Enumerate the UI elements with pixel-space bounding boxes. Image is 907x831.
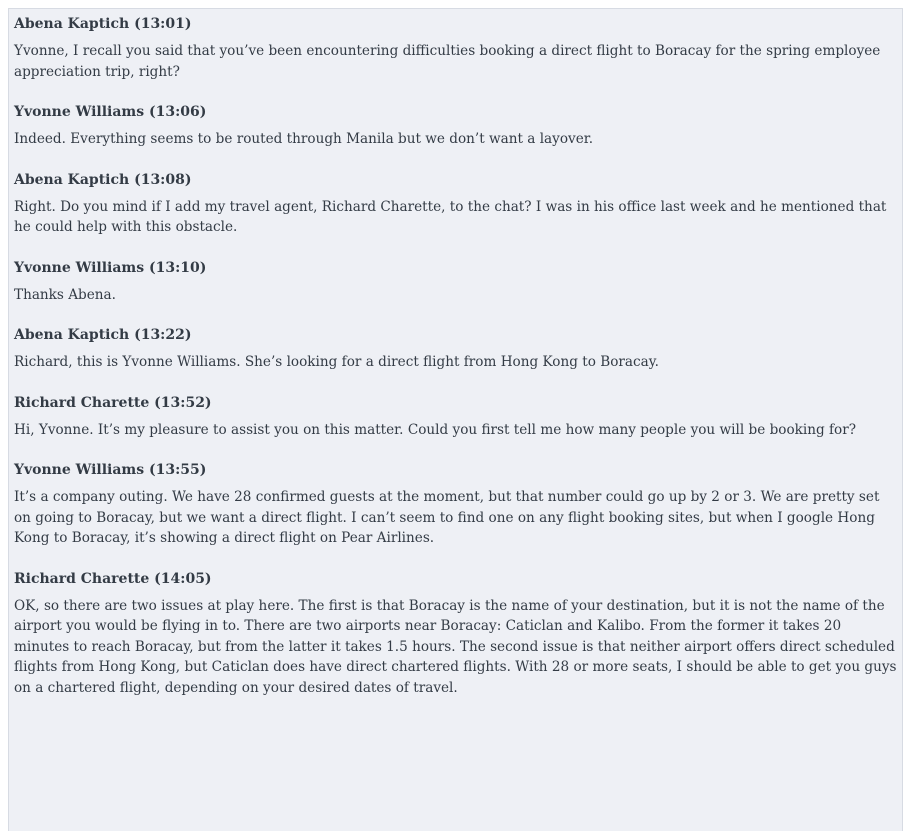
chat-message: Yvonne Williams (13:55) It’s a company o… — [14, 461, 898, 549]
message-text: Richard, this is Yvonne Williams. She’s … — [14, 354, 659, 370]
message-author: Abena Kaptich — [14, 171, 130, 188]
message-timestamp: (14:05) — [154, 570, 212, 587]
message-text: Yvonne, I recall you said that you’ve be… — [14, 43, 881, 80]
message-text: Thanks Abena. — [14, 286, 116, 303]
message-header: Yvonne Williams (13:55) — [14, 461, 898, 479]
message-text: OK, so there are two issues at play here… — [14, 597, 897, 696]
message-header: Yvonne Williams (13:10) — [14, 259, 898, 277]
message-timestamp: (13:10) — [149, 259, 207, 276]
chat-message: Yvonne Williams (13:06) Indeed. Everythi… — [14, 103, 898, 150]
message-author: Abena Kaptich — [14, 16, 130, 32]
message-timestamp: (13:06) — [149, 104, 207, 120]
message-author: Richard Charette — [14, 570, 150, 587]
message-author: Abena Kaptich — [14, 327, 130, 343]
chat-message: Abena Kaptich (13:01) Yvonne, I recall y… — [14, 15, 898, 82]
message-timestamp: (13:01) — [134, 16, 192, 32]
message-header: Abena Kaptich (13:22) — [14, 326, 898, 344]
message-text: Indeed. Everything seems to be routed th… — [14, 131, 594, 147]
message-timestamp: (13:22) — [134, 327, 192, 343]
message-author: Yvonne Williams — [14, 259, 145, 276]
message-header: Yvonne Williams (13:06) — [14, 103, 898, 121]
message-author: Richard Charette — [14, 394, 150, 411]
chat-message: Richard Charette (13:52) Hi, Yvonne. It’… — [14, 394, 898, 441]
message-header: Abena Kaptich (13:08) — [14, 171, 898, 189]
message-author: Yvonne Williams — [14, 104, 145, 120]
chat-message: Abena Kaptich (13:22) Richard, this is Y… — [14, 326, 898, 373]
chat-transcript: Abena Kaptich (13:01) Yvonne, I recall y… — [8, 8, 903, 831]
message-text: Right. Do you mind if I add my travel ag… — [14, 198, 887, 236]
message-header: Richard Charette (13:52) — [14, 394, 898, 412]
message-header: Abena Kaptich (13:01) — [14, 15, 898, 33]
chat-message: Abena Kaptich (13:08) Right. Do you mind… — [14, 171, 898, 238]
chat-message: Yvonne Williams (13:10) Thanks Abena. — [14, 259, 898, 306]
message-header: Richard Charette (14:05) — [14, 570, 898, 588]
message-text: Hi, Yvonne. It’s my pleasure to assist y… — [14, 421, 857, 438]
message-timestamp: (13:52) — [154, 394, 212, 411]
message-timestamp: (13:08) — [134, 171, 192, 188]
message-author: Yvonne Williams — [14, 462, 145, 478]
message-text: It’s a company outing. We have 28 confir… — [14, 489, 880, 546]
message-timestamp: (13:55) — [149, 462, 207, 478]
chat-message: Richard Charette (14:05) OK, so there ar… — [14, 570, 898, 699]
